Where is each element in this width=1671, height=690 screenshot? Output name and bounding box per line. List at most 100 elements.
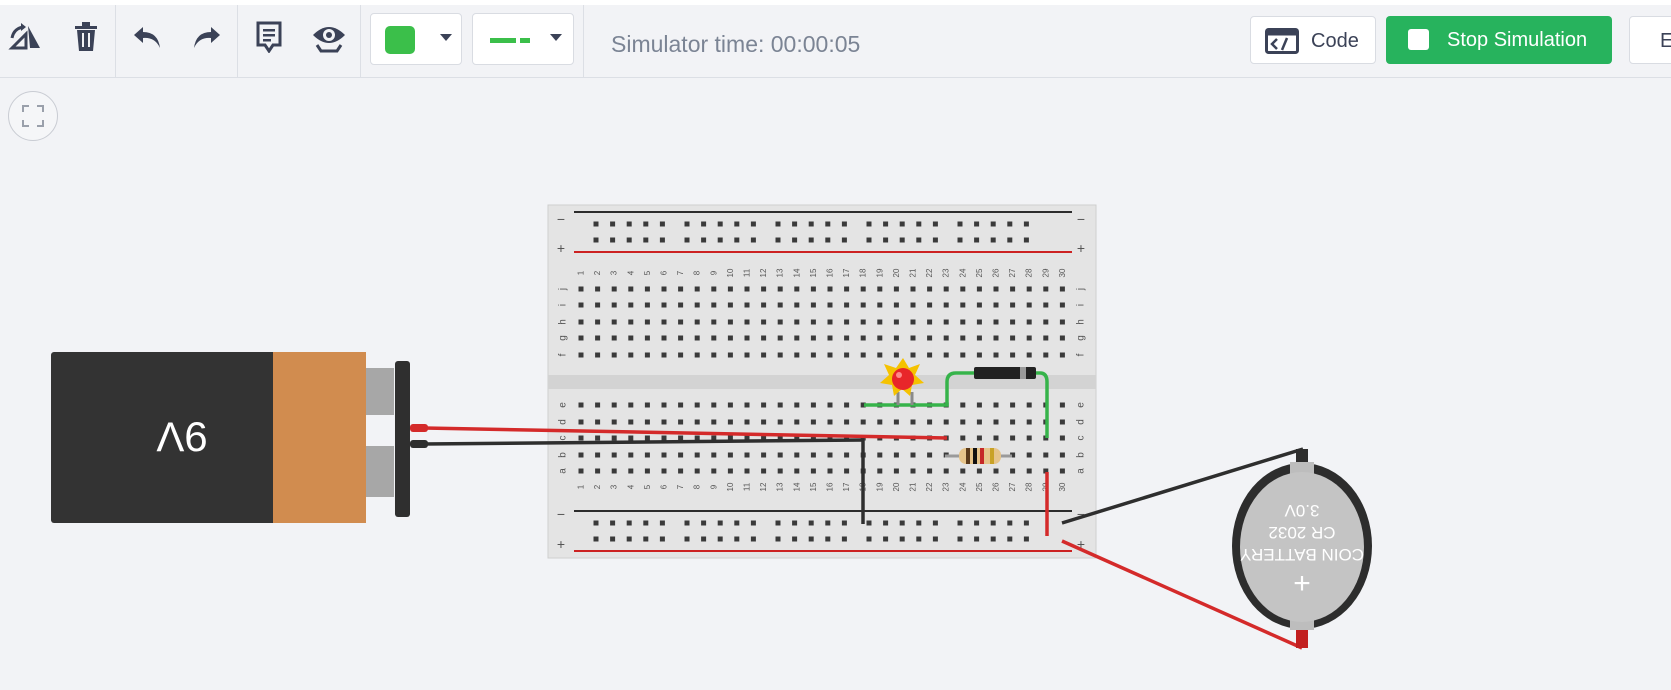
breadboard-hole[interactable] [711,302,717,308]
breadboard-hole[interactable] [775,221,781,227]
breadboard-hole[interactable] [595,419,601,425]
breadboard-hole[interactable] [960,468,966,474]
breadboard-hole[interactable] [694,419,700,425]
breadboard-hole[interactable] [694,286,700,292]
breadboard-hole[interactable] [957,237,963,243]
breadboard-hole[interactable] [659,221,665,227]
breadboard-hole[interactable] [578,352,584,358]
breadboard-hole[interactable] [1010,402,1016,408]
breadboard-hole[interactable] [943,419,949,425]
breadboard-hole[interactable] [578,319,584,325]
breadboard-hole[interactable] [827,319,833,325]
breadboard-hole[interactable] [701,536,707,542]
breadboard-hole[interactable] [993,335,999,341]
breadboard-hole[interactable] [595,435,601,441]
breadboard-hole[interactable] [910,452,916,458]
breadboard-hole[interactable] [927,352,933,358]
breadboard-hole[interactable] [957,536,963,542]
breadboard-hole[interactable] [694,452,700,458]
breadboard-hole[interactable] [1059,319,1065,325]
breadboard-hole[interactable] [777,402,783,408]
breadboard-hole[interactable] [1043,352,1049,358]
breadboard-hole[interactable] [899,237,905,243]
breadboard-hole[interactable] [877,319,883,325]
breadboard-hole[interactable] [893,452,899,458]
breadboard-hole[interactable] [808,520,814,526]
breadboard-hole[interactable] [578,402,584,408]
breadboard-hole[interactable] [611,435,617,441]
breadboard-hole[interactable] [1007,221,1013,227]
breadboard-hole[interactable] [611,468,617,474]
breadboard-hole[interactable] [893,319,899,325]
breadboard-hole[interactable] [810,402,816,408]
breadboard-hole[interactable] [976,352,982,358]
breadboard-hole[interactable] [628,402,634,408]
breadboard-hole[interactable] [644,319,650,325]
breadboard-hole[interactable] [644,419,650,425]
breadboard-hole[interactable] [711,419,717,425]
breadboard-hole[interactable] [659,536,665,542]
breadboard-hole[interactable] [827,302,833,308]
breadboard-hole[interactable] [661,302,667,308]
breadboard-hole[interactable] [976,286,982,292]
breadboard-hole[interactable] [808,536,814,542]
breadboard-hole[interactable] [910,419,916,425]
breadboard-hole[interactable] [810,419,816,425]
breadboard-hole[interactable] [990,520,996,526]
breadboard-hole[interactable] [927,302,933,308]
breadboard-hole[interactable] [927,468,933,474]
breadboard-hole[interactable] [595,452,601,458]
breadboard-hole[interactable] [1059,452,1065,458]
breadboard-hole[interactable] [1059,435,1065,441]
breadboard-hole[interactable] [684,237,690,243]
breadboard-hole[interactable] [761,419,767,425]
breadboard-hole[interactable] [957,520,963,526]
breadboard-hole[interactable] [893,286,899,292]
breadboard-hole[interactable] [893,302,899,308]
breadboard-hole[interactable] [644,335,650,341]
breadboard-hole[interactable] [976,302,982,308]
breadboard-hole[interactable] [825,221,831,227]
breadboard-hole[interactable] [993,302,999,308]
breadboard-hole[interactable] [734,221,740,227]
breadboard-hole[interactable] [678,468,684,474]
breadboard-hole[interactable] [866,536,872,542]
breadboard-hole[interactable] [744,335,750,341]
breadboard-hole[interactable] [974,520,980,526]
breadboard-hole[interactable] [1026,452,1032,458]
breadboard-hole[interactable] [711,352,717,358]
breadboard-hole[interactable] [1026,286,1032,292]
breadboard-hole[interactable] [976,468,982,474]
breadboard-hole[interactable] [1059,335,1065,341]
breadboard-hole[interactable] [717,237,723,243]
breadboard-hole[interactable] [610,520,616,526]
breadboard-hole[interactable] [893,335,899,341]
breadboard-hole[interactable] [1007,536,1013,542]
breadboard-hole[interactable] [1010,335,1016,341]
breadboard-hole[interactable] [744,419,750,425]
breadboard-hole[interactable] [727,468,733,474]
breadboard-hole[interactable] [611,286,617,292]
breadboard-hole[interactable] [661,402,667,408]
breadboard-hole[interactable] [626,520,632,526]
breadboard-hole[interactable] [943,302,949,308]
breadboard-hole[interactable] [644,286,650,292]
breadboard-hole[interactable] [792,520,798,526]
breadboard-hole[interactable] [661,335,667,341]
breadboard-hole[interactable] [877,468,883,474]
breadboard-hole[interactable] [694,352,700,358]
breadboard-hole[interactable] [734,237,740,243]
breadboard-hole[interactable] [1059,302,1065,308]
breadboard-hole[interactable] [974,237,980,243]
breadboard-hole[interactable] [899,520,905,526]
breadboard-hole[interactable] [927,286,933,292]
breadboard-hole[interactable] [761,468,767,474]
breadboard-hole[interactable] [1007,520,1013,526]
breadboard-hole[interactable] [792,237,798,243]
breadboard-hole[interactable] [957,221,963,227]
breadboard-hole[interactable] [717,221,723,227]
breadboard-hole[interactable] [643,520,649,526]
breadboard-hole[interactable] [810,335,816,341]
breadboard-hole[interactable] [860,419,866,425]
breadboard-hole[interactable] [974,536,980,542]
